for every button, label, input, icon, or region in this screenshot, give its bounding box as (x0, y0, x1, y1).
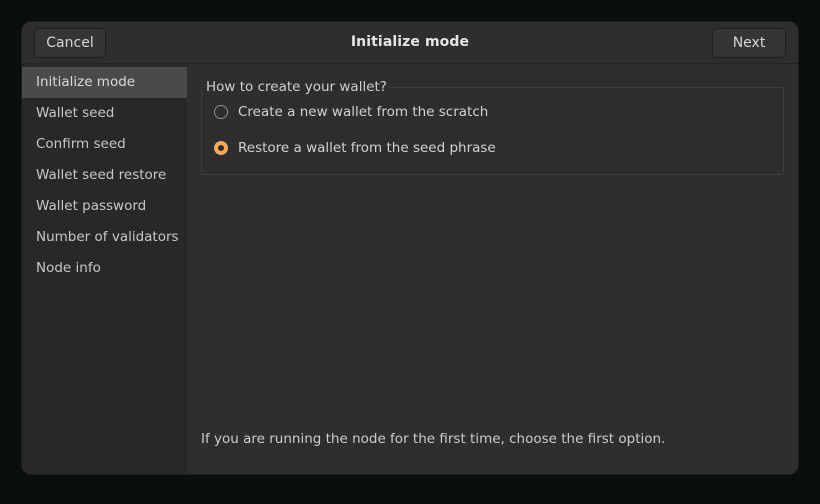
page-title: Initialize mode (350, 34, 470, 50)
sidebar-item-confirm-seed[interactable]: Confirm seed (22, 129, 187, 160)
radio-option-restore-wallet[interactable]: Restore a wallet from the seed phrase (202, 134, 783, 162)
next-button[interactable]: Next (712, 28, 786, 58)
sidebar-item-number-of-validators[interactable]: Number of validators (22, 222, 187, 253)
hint-text: If you are running the node for the firs… (201, 431, 666, 447)
content-panel: How to create your wallet? Create a new … (187, 64, 798, 474)
groupbox-legend: How to create your wallet? (204, 79, 391, 95)
sidebar-item-wallet-password[interactable]: Wallet password (22, 191, 187, 222)
sidebar-item-label: Initialize mode (36, 74, 136, 90)
initialize-mode-dialog: Cancel Initialize mode Next Initialize m… (22, 22, 798, 474)
radio-checked-icon[interactable] (214, 141, 228, 155)
sidebar-item-label: Confirm seed (36, 136, 126, 152)
sidebar-item-label: Number of validators (36, 229, 179, 245)
radio-option-create-new-wallet[interactable]: Create a new wallet from the scratch (202, 98, 783, 126)
sidebar-item-node-info[interactable]: Node info (22, 253, 187, 284)
radio-unchecked-icon[interactable] (214, 105, 228, 119)
sidebar-item-label: Wallet seed (36, 105, 115, 121)
wizard-step-sidebar: Initialize mode Wallet seed Confirm seed… (22, 64, 187, 474)
sidebar-item-initialize-mode[interactable]: Initialize mode (22, 67, 187, 98)
wallet-creation-groupbox: How to create your wallet? Create a new … (201, 79, 784, 175)
sidebar-item-wallet-seed-restore[interactable]: Wallet seed restore (22, 160, 187, 191)
radio-option-label: Create a new wallet from the scratch (238, 104, 489, 120)
sidebar-item-label: Wallet seed restore (36, 167, 167, 183)
dialog-titlebar: Cancel Initialize mode Next (22, 22, 798, 64)
sidebar-item-label: Node info (36, 260, 101, 276)
radio-option-label: Restore a wallet from the seed phrase (238, 140, 496, 156)
screen: Cancel Initialize mode Next Initialize m… (0, 0, 820, 504)
sidebar-item-label: Wallet password (36, 198, 147, 214)
dialog-body: Initialize mode Wallet seed Confirm seed… (22, 64, 798, 474)
sidebar-item-wallet-seed[interactable]: Wallet seed (22, 98, 187, 129)
